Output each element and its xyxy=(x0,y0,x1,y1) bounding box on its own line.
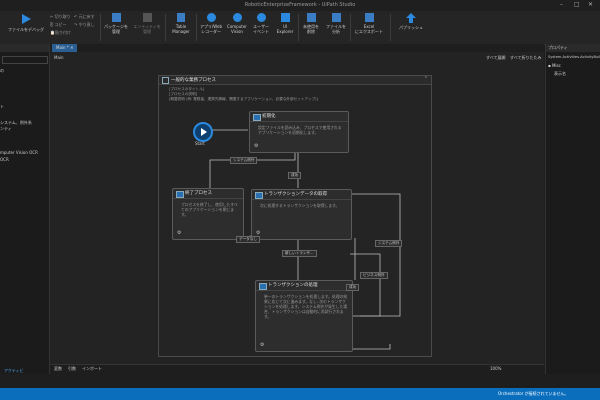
arguments-tab[interactable]: 引数 xyxy=(68,366,76,372)
separator xyxy=(100,14,101,41)
properties-panel: プロパティ System.Activities.ActivityBuilder … xyxy=(545,44,600,374)
excel-icon xyxy=(364,13,374,22)
minimize-icon[interactable]: – xyxy=(560,1,563,8)
get-transaction-node[interactable]: トランザクションデータの取得 次に処理するトランザクションを取得します。 ⚙ xyxy=(251,189,352,240)
properties-section[interactable]: ▪ Misc xyxy=(548,63,561,68)
play-icon xyxy=(22,14,31,24)
play-icon xyxy=(201,128,207,136)
node-description: 設定ファイルを読み込み、プロセスで使用されるアプリケーションを初期化します。 xyxy=(258,125,342,135)
user-events-icon xyxy=(256,13,266,22)
table-manager-button[interactable]: Table Manager xyxy=(168,13,194,34)
properties-header: プロパティ xyxy=(546,44,600,52)
ribbon: ファイルをデバッグ ✂ 切り取り ⎘ コピー 📋貼り付け ↶ 元に戻す ↷ やり… xyxy=(0,11,600,45)
explorer-icon xyxy=(280,13,290,22)
list-item[interactable]: OCR xyxy=(0,157,9,162)
paste-button[interactable]: 📋貼り付け xyxy=(50,30,71,36)
redo-button[interactable]: ↷ やり直し xyxy=(74,22,95,28)
activities-search-input[interactable] xyxy=(2,56,48,64)
separator xyxy=(165,14,166,41)
edge-label[interactable]: データなし xyxy=(236,236,260,243)
edge-label[interactable]: ビジネス例外 xyxy=(360,272,388,279)
workflow-designer: Main * ✕ Main すべて展開 すべて折りたたみ 一般的な業務プロセス … xyxy=(50,44,544,375)
variables-tab[interactable]: 変数 xyxy=(54,366,62,372)
node-description: 単一のトランザクションを処理します。処理の結果に応じて次に進みます。なし: 次の… xyxy=(264,294,348,319)
node-description: 次に処理するトランザクションを取得します。 xyxy=(260,203,340,208)
user-events-button[interactable]: ユーザー イベント xyxy=(250,13,272,34)
computer-vision-button[interactable]: Computer Vision xyxy=(225,13,249,34)
designer-footer xyxy=(50,364,544,375)
remove-unused-button[interactable]: 未使用を 削除 xyxy=(300,13,322,34)
undo-button[interactable]: ↶ 元に戻す xyxy=(74,14,95,20)
eye-icon xyxy=(232,13,242,22)
manage-entities-button[interactable]: エンティティを 管理 xyxy=(132,13,162,34)
separator xyxy=(390,14,391,41)
remove-icon xyxy=(306,13,316,22)
publish-button[interactable]: パブリッシュ xyxy=(394,13,428,30)
packages-icon xyxy=(111,13,121,22)
edge-label[interactable]: 新しいトランザ... xyxy=(282,250,317,257)
init-state-node[interactable]: 初期化 設定ファイルを読み込み、プロセスで使用されるアプリケーションを初期化しま… xyxy=(249,111,349,153)
node-title: トランザクションの処理 xyxy=(256,281,352,291)
debug-file-button[interactable]: ファイルをデバッグ xyxy=(6,13,46,32)
app-web-recorder-button[interactable]: アプリ/Web レコーダー xyxy=(198,13,224,34)
window-title: RoboticEnterpriseFramework - UiPath Stud… xyxy=(244,2,356,8)
status-bar: Orchestrator が接続されていません。 xyxy=(0,388,600,400)
analyze-icon xyxy=(331,13,341,22)
ui-explorer-button[interactable]: UI Explorer xyxy=(274,13,296,34)
list-item[interactable]: ンティ xyxy=(0,126,12,132)
edge-label[interactable]: システム例外 xyxy=(375,240,403,247)
end-process-node[interactable]: 終了プロセス プロセスを終了し、使用したすべてのアプリケーションを閉じます。 ⚙ xyxy=(172,188,244,240)
record-icon xyxy=(206,13,216,22)
node-title: 初期化 xyxy=(250,112,348,122)
edge-label[interactable]: 成功 xyxy=(346,284,360,291)
gear-icon: ⚙ xyxy=(260,342,265,348)
separator xyxy=(196,14,197,41)
list-item[interactable]: の xyxy=(0,68,4,74)
upload-icon xyxy=(406,13,416,23)
table-icon xyxy=(177,13,185,22)
display-name-field: 表示名 xyxy=(554,71,566,76)
close-icon[interactable]: ✕ xyxy=(588,1,593,8)
connector-system-exception xyxy=(346,193,401,317)
activities-panel: の ト システム、例外系 ンティ mputer Vision OCR OCR ア… xyxy=(0,44,50,374)
list-item[interactable]: ト xyxy=(0,104,4,110)
node-title: トランザクションデータの取得 xyxy=(252,190,351,200)
start-label: Start xyxy=(195,141,205,146)
entities-icon xyxy=(142,13,152,22)
separator xyxy=(298,14,299,41)
gear-icon: ⚙ xyxy=(254,143,259,149)
export-excel-button[interactable]: Excel にエクスポート xyxy=(352,13,386,34)
imports-tab[interactable]: インポート xyxy=(82,366,102,372)
edge-label[interactable]: 成功 xyxy=(288,172,302,179)
manage-packages-button[interactable]: パッケージを 管理 xyxy=(102,13,130,34)
copy-button[interactable]: ⎘ コピー xyxy=(50,22,66,28)
gear-icon: ⚙ xyxy=(177,230,182,236)
maximize-icon[interactable]: □ xyxy=(574,1,580,8)
activities-tab[interactable]: アクティビ xyxy=(4,368,24,374)
zoom-level[interactable]: 100% xyxy=(490,366,501,371)
node-title: 終了プロセス xyxy=(173,189,243,199)
panel-header xyxy=(0,44,49,52)
title-bar: RoboticEnterpriseFramework - UiPath Stud… xyxy=(0,0,600,11)
list-item[interactable]: mputer Vision OCR xyxy=(0,150,38,155)
analyze-file-button[interactable]: ファイルを 分析 xyxy=(324,13,348,34)
process-transaction-node[interactable]: トランザクションの処理 単一のトランザクションを処理します。処理の結果に応じて次… xyxy=(255,280,353,352)
start-node[interactable] xyxy=(193,122,213,142)
cut-button[interactable]: ✂ 切り取り xyxy=(50,14,71,20)
edge-label[interactable]: システム例外 xyxy=(230,157,258,164)
orchestrator-status[interactable]: Orchestrator が接続されていません。 xyxy=(498,391,568,397)
node-description: プロセスを終了し、使用したすべてのアプリケーションを閉じます。 xyxy=(181,202,238,217)
separator xyxy=(350,14,351,41)
properties-type: System.Activities.ActivityBuilder xyxy=(548,55,600,59)
